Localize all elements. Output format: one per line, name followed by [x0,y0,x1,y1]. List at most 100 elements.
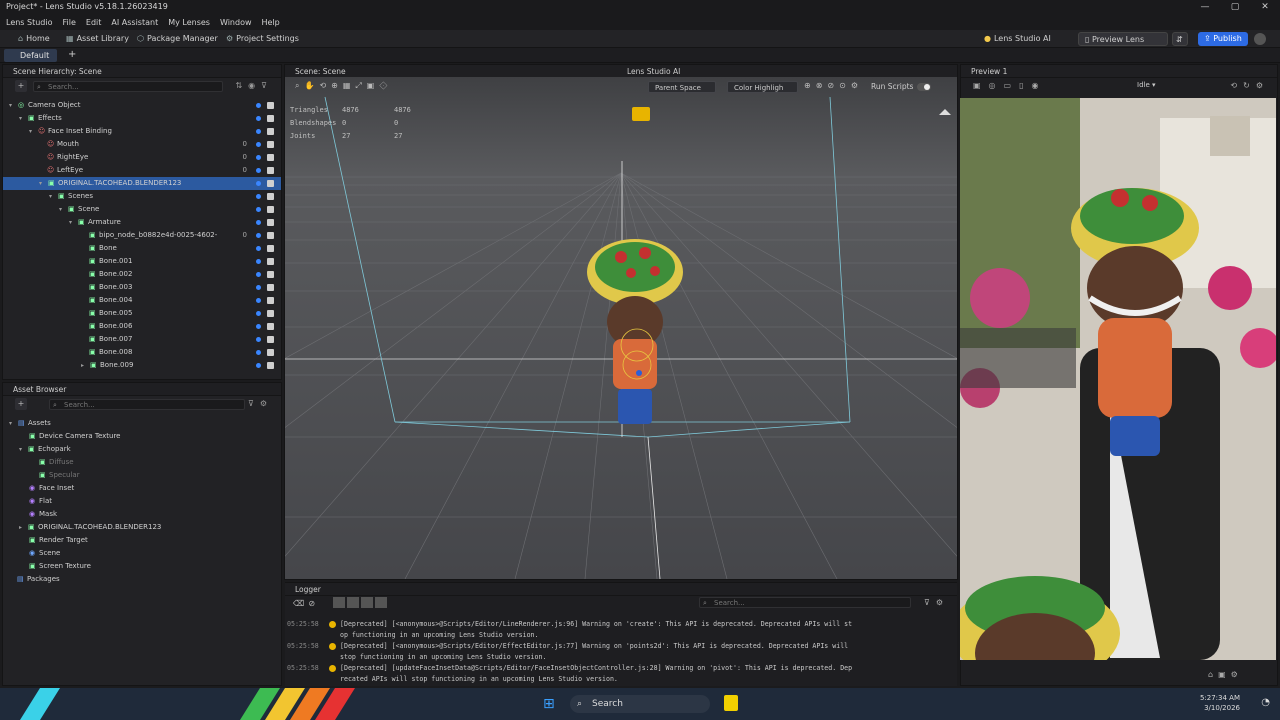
parent-space-dropdown[interactable]: Parent Space [648,81,716,93]
filter-all-button[interactable] [333,597,345,608]
asset-item[interactable]: ▤ Packages [3,573,281,586]
preview-options-button[interactable]: ⇵ [1172,32,1188,46]
face-inset-gizmo-icon[interactable] [632,107,650,121]
color-highlight-label: Color Highligh [734,84,784,92]
stat-value: 0 [342,119,347,127]
tree-item-count: 0 [242,153,247,161]
tab-default[interactable]: Default [4,49,58,62]
asset-item[interactable]: ▣ Specular [3,469,281,482]
logger-tool-icons[interactable]: ⌫⊘ [293,599,319,608]
asset-item[interactable]: ◉ Scene [3,547,281,560]
tree-item[interactable]: ▣ Bone.005 [3,307,281,320]
tree-item[interactable]: ▣ Bone.007 [3,333,281,346]
logger-filter-icons[interactable]: ⊽⚙ [924,598,949,607]
preview-lens-button[interactable]: ▯ Preview Lens [1078,32,1168,46]
asset-item[interactable]: ▣ Device Camera Texture [3,430,281,443]
publish-button[interactable]: ⇪ Publish [1198,32,1248,46]
system-clock[interactable]: 5:27:34 AM 3/10/2026 [1200,693,1240,713]
menu-window[interactable]: Window [220,15,252,30]
preview-bottom-icons[interactable]: ⌂▣⚙ [1208,670,1243,679]
run-scripts-toggle[interactable]: Run Scripts [871,81,932,93]
lens-preview[interactable] [960,98,1276,660]
scene-tool-icons[interactable]: ⌕✋⟲⊕▦⤢▣⟐ [295,81,392,91]
asset-item[interactable]: ▸ ▣ ORIGINAL.TACOHEAD.BLENDER123 [3,521,281,534]
tree-item[interactable]: ▾ ☺ Face Inset Binding [3,125,281,138]
avatar[interactable] [1254,33,1266,45]
asset-item[interactable]: ▣ Render Target [3,534,281,547]
windows-start-icon[interactable]: ⊞ [543,696,559,712]
lens-studio-ai-button[interactable]: ● Lens Studio AI [984,33,1051,45]
tree-item[interactable]: ▾ ▣ Armature [3,216,281,229]
minimize-button[interactable]: — [1190,0,1220,15]
preview-tool-icons[interactable]: ▣◎▭▯◉ [973,81,1046,90]
tree-item[interactable]: ▣ Bone.008 [3,346,281,359]
close-button[interactable]: ✕ [1250,0,1280,15]
menu-ai-assistant[interactable]: AI Assistant [111,15,158,30]
asset-item[interactable]: ▣ Screen Texture [3,560,281,573]
logger-search-input[interactable]: ⌕ Search... [699,597,911,608]
search-placeholder: Search... [64,401,95,409]
taskbar-search[interactable]: ⌕ Search [570,695,710,713]
tree-item[interactable]: ▾ ◎ Camera Object [3,99,281,112]
tree-item[interactable]: ▣ bipo_node_b0882e4d-0025-4602- 0 [3,229,281,242]
menu-file[interactable]: File [63,15,76,30]
filter-info-button[interactable] [347,597,359,608]
tree-item-selected[interactable]: ▾ ▣ ORIGINAL.TACOHEAD.BLENDER123 [3,177,281,190]
asset-item[interactable]: ▾ ▣ Echopark [3,443,281,456]
asset-item-label: Mask [39,510,58,518]
asset-item[interactable]: ◉ Face Inset [3,482,281,495]
tree-item[interactable]: ▾ ▣ Scene [3,203,281,216]
tree-item[interactable]: ☺ LeftEye 0 [3,164,281,177]
add-object-button[interactable]: + [15,80,27,92]
tree-item[interactable]: ▣ Bone [3,242,281,255]
filter-warning-button[interactable] [375,597,387,608]
project-settings-button[interactable]: ⚙ Project Settings [226,33,299,45]
tree-item[interactable]: ▾ ▣ Scenes [3,190,281,203]
add-tab-button[interactable]: + [68,49,76,60]
menu-my-lenses[interactable]: My Lenses [168,15,210,30]
tree-item[interactable]: ▸ ▣ Bone.009 [3,359,281,372]
asset-item-label: Diffuse [49,458,74,466]
asset-filter-tools[interactable]: ⊽⚙ [248,399,273,408]
asset-item-label: Device Camera Texture [39,432,121,440]
tree-item[interactable]: ☺ RightEye 0 [3,151,281,164]
windows-taskbar: ⊞ ⌕ Search 5:27:34 AM 3/10/2026 ◔ [0,688,1280,720]
preview-mode-dropdown[interactable]: Idle ▾ [1137,81,1156,89]
scene-viewport[interactable] [285,77,957,579]
folder-icon: ▤ [18,419,25,427]
asset-item[interactable]: ▣ Diffuse [3,456,281,469]
home-button[interactable]: ⌂ Home [18,33,50,45]
asset-library-label: Asset Library [76,34,129,43]
menu-help[interactable]: Help [262,15,280,30]
add-asset-button[interactable]: + [15,398,27,410]
tree-item[interactable]: ▣ Bone.003 [3,281,281,294]
asset-item[interactable]: ◉ Mask [3,508,281,521]
tree-item[interactable]: ▾ ▣ Effects [3,112,281,125]
preview-refresh-icons[interactable]: ⟲↻⚙ [1230,81,1269,90]
asset-browser-search-row: + ⌕ Search... ⊽⚙ [3,396,281,412]
tree-item[interactable]: ▣ Bone.006 [3,320,281,333]
hierarchy-filter-tools[interactable]: ⇅◉⊽ [235,81,273,90]
scene-hierarchy-search-input[interactable]: ⌕ Search... [33,81,223,92]
color-highlight-dropdown[interactable]: Color Highligh [727,81,799,93]
asset-item[interactable]: ▾ ▤ Assets [3,417,281,430]
lens-studio-taskbar-icon[interactable] [724,695,738,711]
menu-lens-studio[interactable]: Lens Studio [6,15,53,30]
tree-item[interactable]: ▣ Bone.002 [3,268,281,281]
package-manager-button[interactable]: ⬡ Package Manager [137,33,218,45]
menu-edit[interactable]: Edit [86,15,102,30]
asset-item[interactable]: ◉ Flat [3,495,281,508]
notification-icon[interactable]: ◔ [1261,697,1270,708]
stat-row: Blendshapes 0 0 [290,119,446,132]
maximize-button[interactable]: ▢ [1220,0,1250,15]
tree-item[interactable]: ☺ Mouth 0 [3,138,281,151]
tree-item-label: Bone.002 [99,270,133,278]
asset-item-label: Specular [49,471,80,479]
tree-item[interactable]: ▣ Bone.004 [3,294,281,307]
tree-item[interactable]: ▣ Bone.001 [3,255,281,268]
asset-library-button[interactable]: ▦ Asset Library [66,33,129,45]
toggle-switch[interactable] [917,83,932,91]
view-tool-icons[interactable]: ⊕⊗⊘⊙⚙ [804,81,863,90]
asset-browser-search-input[interactable]: ⌕ Search... [49,399,245,410]
filter-error-button[interactable] [361,597,373,608]
